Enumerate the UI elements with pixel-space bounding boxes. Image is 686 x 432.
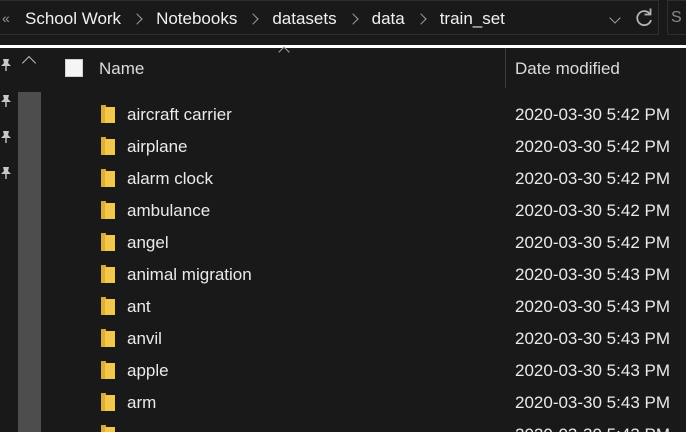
folder-icon: [101, 232, 115, 252]
breadcrumb-overflow-icon[interactable]: «: [2, 10, 10, 26]
pin-icon[interactable]: [0, 94, 12, 108]
folder-icon: [101, 328, 115, 348]
item-name: anvil: [127, 329, 162, 348]
list-item[interactable]: alarm clock 2020-03-30 5:42 PM: [42, 162, 686, 194]
item-date-modified: 2020-03-30 5:42 PM: [515, 169, 670, 188]
folder-icon: [101, 136, 115, 156]
folder-icon: [101, 200, 115, 220]
refresh-icon[interactable]: [633, 6, 655, 30]
folder-icon: [101, 104, 115, 124]
item-date-modified: 2020-03-30 5:43 PM: [515, 265, 670, 284]
folder-icon: [101, 168, 115, 188]
folder-icon: [101, 264, 115, 284]
breadcrumb-item-notebooks[interactable]: Notebooks: [154, 9, 239, 29]
address-bar: « School Work Notebooks datasets data tr…: [0, 0, 686, 36]
item-date-modified: 2020-03-30 5:42 PM: [515, 105, 670, 124]
list-item[interactable]: airplane 2020-03-30 5:42 PM: [42, 130, 686, 162]
list-item[interactable]: ant 2020-03-30 5:43 PM: [42, 290, 686, 322]
select-all-checkbox[interactable]: [65, 59, 83, 77]
search-placeholder: S: [671, 9, 682, 26]
item-name: animal migration: [127, 265, 252, 284]
breadcrumb-separator-icon[interactable]: [346, 12, 359, 25]
item-date-modified: 2020-03-30 5:43 PM: [515, 361, 670, 380]
column-header-name[interactable]: Name: [99, 59, 144, 79]
breadcrumb-item-school-work[interactable]: School Work: [23, 9, 123, 29]
list-item[interactable]: aircraft carrier 2020-03-30 5:42 PM: [42, 98, 686, 130]
item-date-modified: 2020-03-30 5:42 PM: [515, 201, 670, 220]
file-list: aircraft carrier 2020-03-30 5:42 PM airpla…: [42, 98, 686, 432]
item-name: arm: [127, 393, 157, 412]
folder-icon: [101, 392, 115, 412]
pin-icon[interactable]: [0, 166, 12, 180]
file-explorer-window: « School Work Notebooks datasets data tr…: [0, 0, 686, 432]
column-header-date-modified[interactable]: Date modified: [515, 59, 620, 79]
item-name: angel: [127, 233, 169, 252]
item-name: aircraft carrier: [127, 105, 232, 124]
item-name: ambulance: [127, 201, 211, 220]
pin-icon[interactable]: [0, 130, 12, 144]
scrollbar-thumb[interactable]: [18, 92, 41, 432]
folder-icon: [101, 424, 115, 432]
pin-icon[interactable]: [0, 58, 12, 72]
item-name: ant: [127, 297, 151, 316]
list-item[interactable]: animal migration 2020-03-30 5:43 PM: [42, 258, 686, 290]
breadcrumb-item-train-set[interactable]: train_set: [438, 9, 507, 29]
list-item[interactable]: arm 2020-03-30 5:43 PM: [42, 386, 686, 418]
item-date-modified: 2020-03-30 5:42 PM: [515, 233, 670, 252]
list-item[interactable]: apple 2020-03-30 5:43 PM: [42, 354, 686, 386]
folder-icon: [101, 360, 115, 380]
breadcrumb: School Work Notebooks datasets data trai…: [23, 1, 507, 36]
folder-icon: [101, 296, 115, 316]
item-date-modified: 2020-03-30 5:43 PM: [515, 425, 670, 432]
item-date-modified: 2020-03-30 5:43 PM: [515, 297, 670, 316]
item-name: alarm clock: [127, 169, 213, 188]
column-header: Name Date modified: [42, 46, 686, 88]
item-name: airplane: [127, 137, 188, 156]
list-item[interactable]: 2020-03-30 5:43 PM: [42, 418, 686, 432]
list-item[interactable]: ambulance 2020-03-30 5:42 PM: [42, 194, 686, 226]
list-item[interactable]: anvil 2020-03-30 5:43 PM: [42, 322, 686, 354]
breadcrumb-item-datasets[interactable]: datasets: [270, 9, 338, 29]
item-name: apple: [127, 361, 169, 380]
breadcrumb-separator-icon[interactable]: [131, 12, 143, 25]
search-input[interactable]: S: [667, 0, 686, 35]
breadcrumb-separator-icon[interactable]: [415, 12, 427, 25]
address-box[interactable]: « School Work Notebooks datasets data tr…: [0, 0, 659, 35]
list-item[interactable]: angel 2020-03-30 5:42 PM: [42, 226, 686, 258]
item-date-modified: 2020-03-30 5:43 PM: [515, 393, 670, 412]
chevron-down-icon[interactable]: [609, 12, 621, 24]
breadcrumb-separator-icon[interactable]: [247, 12, 260, 25]
column-separator[interactable]: [505, 48, 506, 88]
sort-indicator-icon: [278, 46, 290, 58]
breadcrumb-item-data[interactable]: data: [370, 9, 407, 29]
item-date-modified: 2020-03-30 5:43 PM: [515, 329, 670, 348]
item-date-modified: 2020-03-30 5:42 PM: [515, 137, 670, 156]
